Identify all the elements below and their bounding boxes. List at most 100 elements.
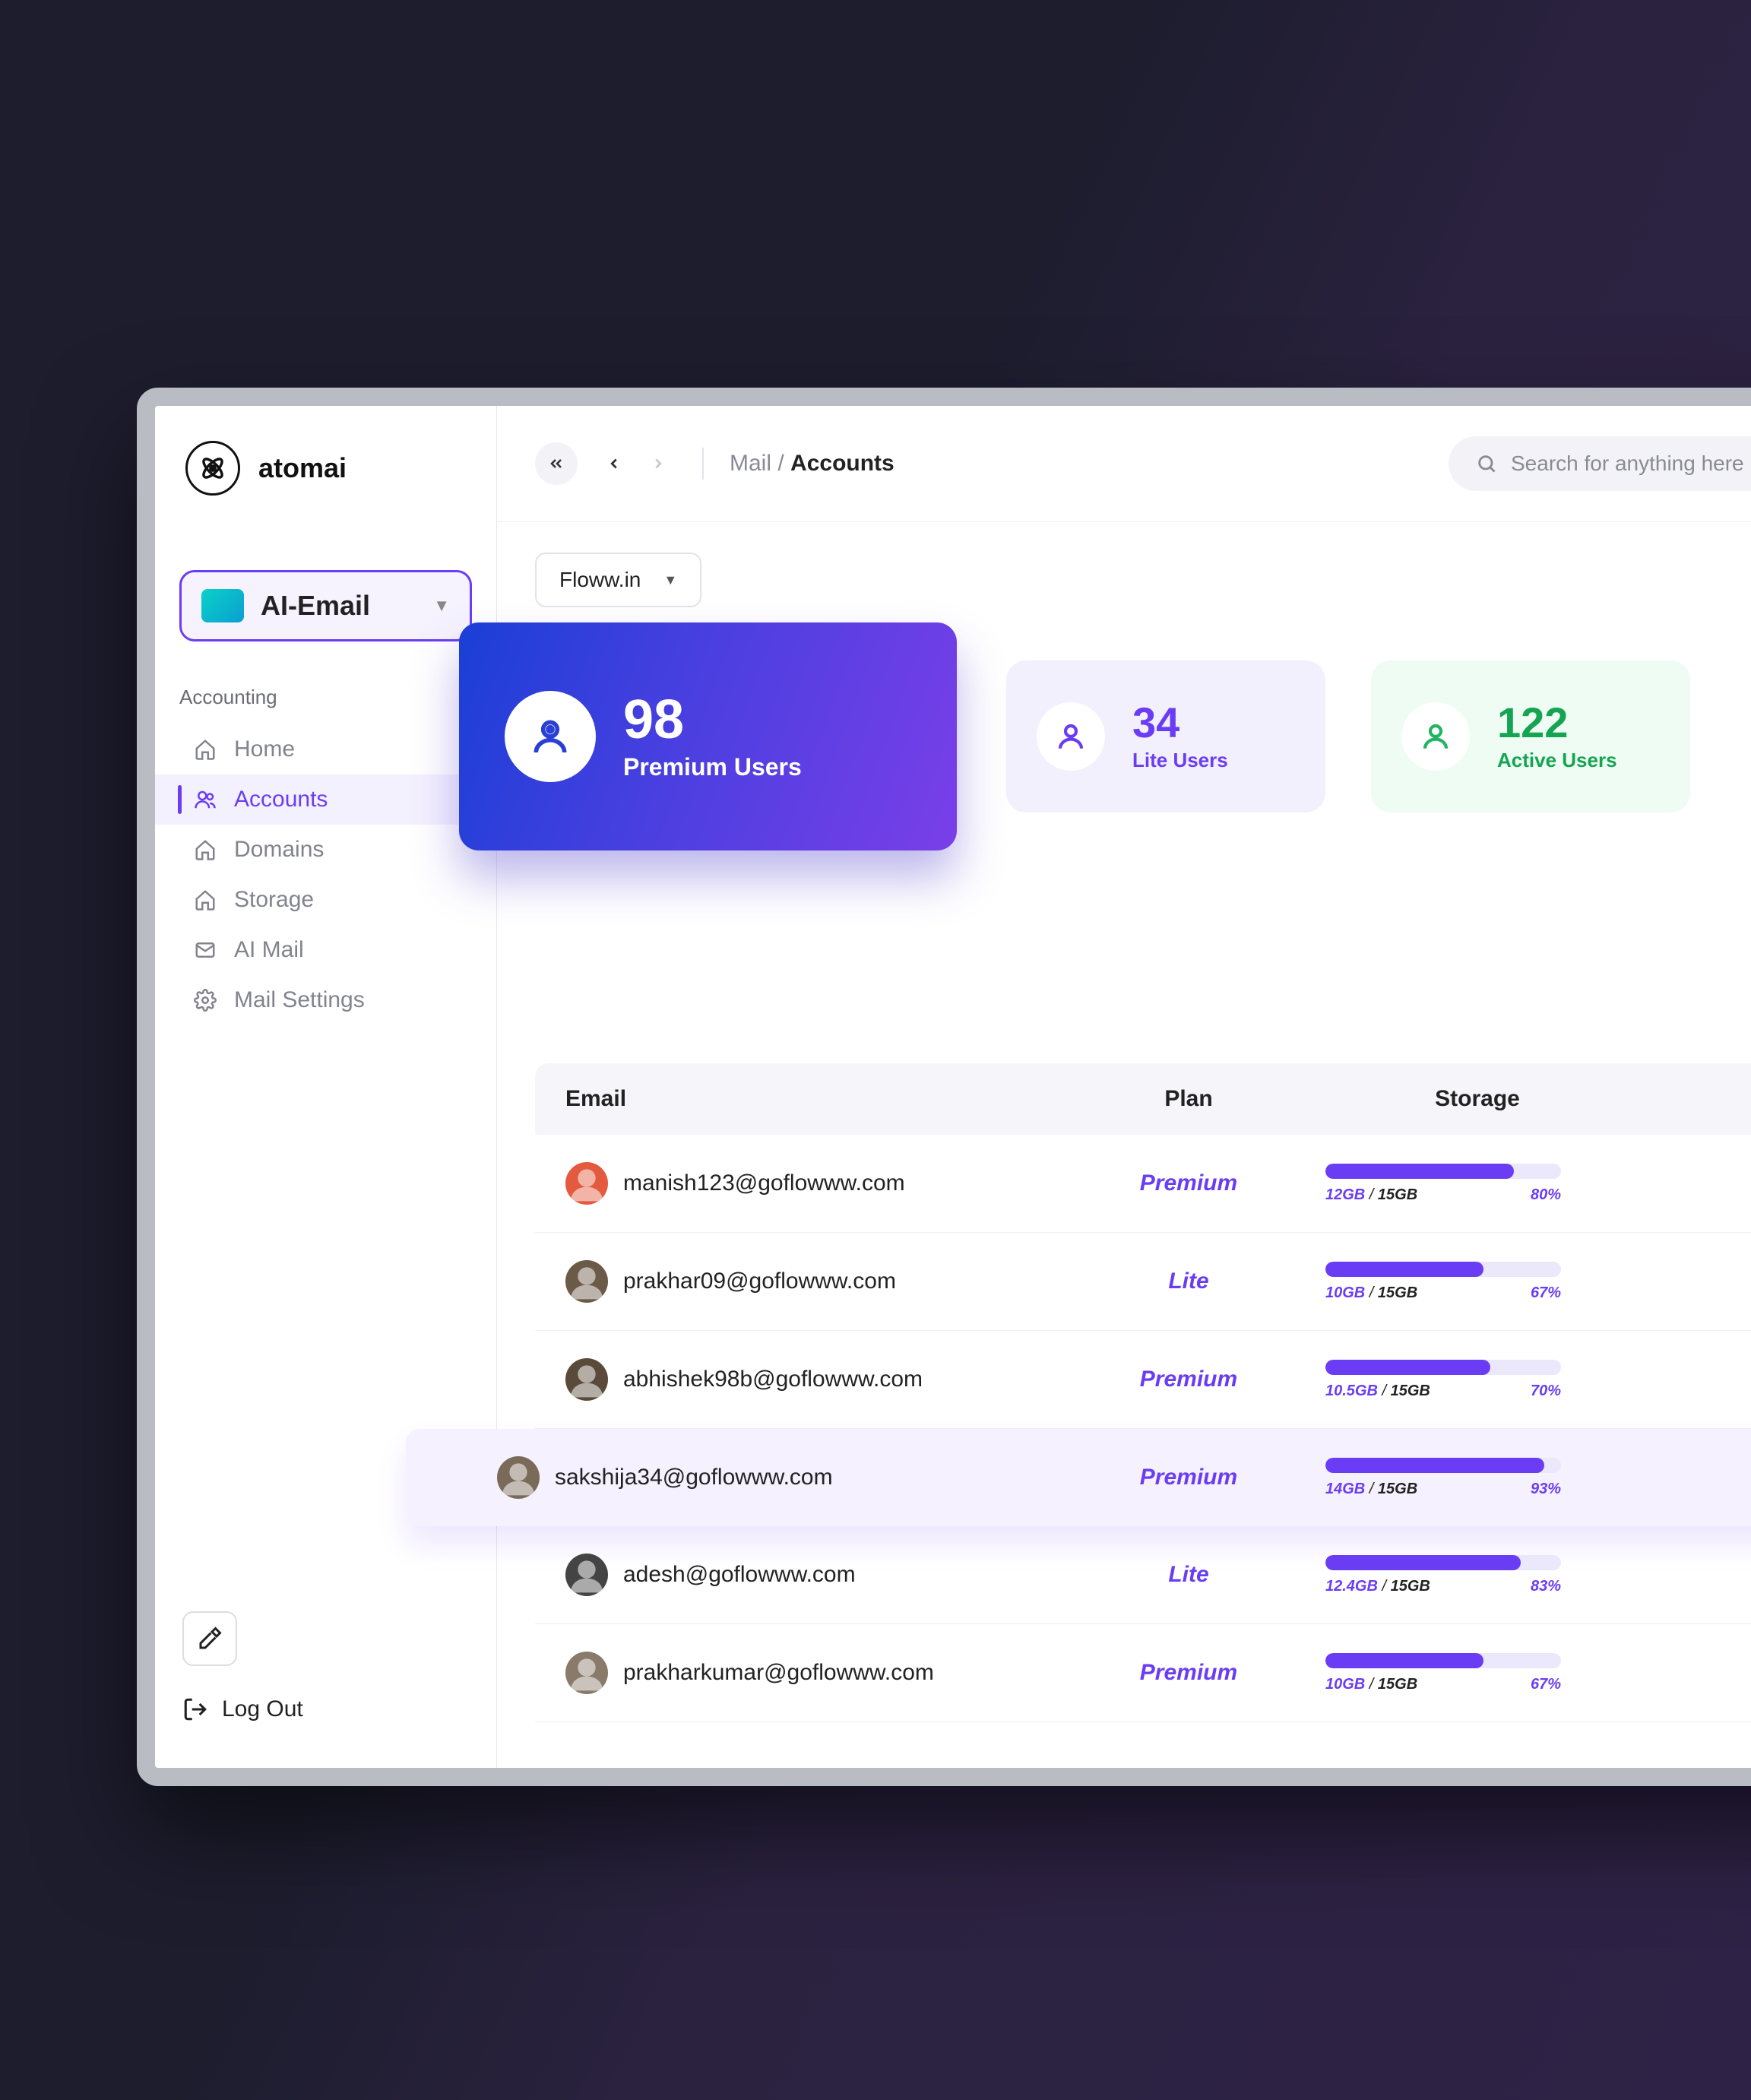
search-icon	[1476, 453, 1497, 474]
cell-plan: Premium	[1052, 1660, 1325, 1686]
cell-email: prakhar09@goflowww.com	[565, 1260, 1052, 1303]
th-email: Email	[565, 1086, 1052, 1112]
chevron-left-icon	[606, 455, 622, 472]
topbar: Mail / Accounts Search for anything here	[497, 406, 1751, 522]
cell-email: prakharkumar@goflowww.com	[565, 1652, 1052, 1694]
avatar	[565, 1162, 608, 1205]
table-row[interactable]: sakshija34@goflowww.comPremium14GB / 15G…	[406, 1429, 1751, 1526]
chevron-right-icon	[650, 455, 667, 472]
email-text: prakhar09@goflowww.com	[623, 1269, 896, 1294]
storage-bar	[1325, 1164, 1561, 1179]
sidebar-item-label: Home	[234, 736, 295, 762]
th-plan: Plan	[1052, 1086, 1325, 1112]
logout-label: Log Out	[222, 1696, 303, 1722]
domain-select[interactable]: Floww.in ▼	[535, 553, 701, 607]
cell-storage: 12GB / 15GB80%	[1325, 1164, 1629, 1204]
storage-meta: 10GB / 15GB67%	[1325, 1676, 1561, 1693]
stat-card-premium[interactable]: 98 Premium Users	[459, 622, 957, 850]
table-header: Email Plan Storage	[535, 1063, 1751, 1135]
sidebar-item-label: Storage	[234, 887, 314, 913]
sidebar-item-accounts[interactable]: Accounts	[155, 774, 496, 825]
logout-button[interactable]: Log Out	[182, 1696, 303, 1722]
storage-meta: 12.4GB / 15GB83%	[1325, 1578, 1561, 1595]
cell-plan: Premium	[1052, 1170, 1325, 1196]
chevron-down-icon: ▼	[663, 572, 677, 588]
sidebar-item-home[interactable]: Home	[155, 724, 496, 774]
cell-storage: 10GB / 15GB67%	[1325, 1262, 1629, 1302]
sidebar-item-label: Accounts	[234, 787, 328, 812]
brand-name: atomai	[258, 452, 347, 484]
sidebar-item-label: Domains	[234, 837, 324, 863]
storage-bar	[1325, 1262, 1561, 1277]
sidebar-section-label: Accounting	[155, 664, 496, 718]
cell-storage: 10.5GB / 15GB70%	[1325, 1360, 1629, 1400]
stat-lite-count: 34	[1132, 702, 1228, 744]
home-icon	[192, 738, 219, 761]
logout-icon	[182, 1696, 208, 1722]
chevron-down-icon: ▼	[433, 596, 450, 616]
history-nav	[596, 445, 676, 482]
cell-plan: Premium	[1052, 1367, 1325, 1392]
cell-storage: 12.4GB / 15GB83%	[1325, 1555, 1629, 1595]
breadcrumb-leaf: Accounts	[790, 451, 894, 476]
avatar	[565, 1652, 608, 1694]
storage-bar	[1325, 1653, 1561, 1668]
stat-lite-label: Lite Users	[1132, 749, 1228, 772]
premium-user-icon	[505, 691, 596, 782]
storage-meta: 10.5GB / 15GB70%	[1325, 1383, 1561, 1400]
avatar	[565, 1554, 608, 1596]
lite-user-icon	[1037, 702, 1105, 771]
table-row[interactable]: adesh@goflowww.com Lite12.4GB / 15GB83%	[535, 1526, 1751, 1624]
sidebar-item-domains[interactable]: Domains	[155, 825, 496, 875]
avatar	[565, 1358, 608, 1401]
table-row[interactable]: abhishek98b@goflowww.com Premium10.5GB / …	[535, 1331, 1751, 1429]
avatar	[497, 1456, 540, 1499]
sidebar-item-label: AI Mail	[234, 937, 304, 963]
cell-email: manish123@goflowww.com	[565, 1162, 1052, 1205]
collapse-sidebar-button[interactable]	[535, 442, 578, 485]
email-text: manish123@goflowww.com	[623, 1170, 905, 1196]
divider	[702, 448, 704, 480]
active-user-icon	[1401, 702, 1470, 771]
email-text: abhishek98b@goflowww.com	[623, 1367, 923, 1392]
stat-premium-label: Premium Users	[623, 753, 802, 781]
sidebar-item-mail-settings[interactable]: Mail Settings	[155, 975, 496, 1025]
mail-icon	[192, 939, 219, 961]
cell-email: adesh@goflowww.com	[565, 1554, 1052, 1596]
back-button[interactable]	[596, 445, 632, 482]
storage-meta: 10GB / 15GB67%	[1325, 1284, 1561, 1302]
product-switcher[interactable]: AI-Email ▼	[179, 570, 472, 641]
search-input[interactable]: Search for anything here	[1449, 436, 1751, 491]
stat-active-label: Active Users	[1497, 749, 1617, 772]
accounts-table: Email Plan Storage manish123@goflowww.co…	[535, 1063, 1751, 1722]
forward-button[interactable]	[640, 445, 676, 482]
stat-card-lite[interactable]: 34 Lite Users	[1006, 660, 1325, 812]
cell-plan: Lite	[1052, 1269, 1325, 1294]
product-thumbnail-icon	[201, 589, 244, 622]
cell-email: abhishek98b@goflowww.com	[565, 1358, 1052, 1401]
search-placeholder: Search for anything here	[1511, 451, 1744, 476]
cell-storage: 14GB / 15GB93%	[1325, 1458, 1629, 1498]
cell-plan: Lite	[1052, 1562, 1325, 1588]
product-switcher-label: AI-Email	[261, 590, 416, 622]
table-row[interactable]: manish123@goflowww.com Premium12GB / 15GB…	[535, 1135, 1751, 1233]
brand-logo-icon	[185, 441, 240, 496]
sidebar-item-storage[interactable]: Storage	[155, 875, 496, 925]
storage-bar	[1325, 1360, 1561, 1375]
content: Floww.in ▼ 98 Premium Users	[497, 522, 1751, 1722]
table-row[interactable]: prakhar09@goflowww.com Lite10GB / 15GB67%	[535, 1233, 1751, 1331]
eyedropper-button[interactable]	[182, 1611, 237, 1666]
cell-email: sakshija34@goflowww.com	[497, 1456, 1052, 1499]
table-row[interactable]: prakharkumar@goflowww.comPremium10GB / 1…	[535, 1624, 1751, 1722]
breadcrumb: Mail / Accounts	[730, 451, 894, 477]
app-window: atomai AI-Email ▼ Accounting Home Accoun…	[137, 388, 1751, 1786]
sidebar-bottom: Log Out	[182, 1611, 303, 1722]
users-icon	[192, 788, 219, 811]
sidebar: atomai AI-Email ▼ Accounting Home Accoun…	[155, 406, 497, 1768]
sidebar-item-ai-mail[interactable]: AI Mail	[155, 925, 496, 975]
stat-card-active[interactable]: 122 Active Users	[1371, 660, 1690, 812]
email-text: adesh@goflowww.com	[623, 1562, 856, 1588]
breadcrumb-root[interactable]: Mail	[730, 451, 771, 476]
eyedropper-icon	[196, 1625, 223, 1652]
sidebar-item-label: Mail Settings	[234, 987, 365, 1013]
